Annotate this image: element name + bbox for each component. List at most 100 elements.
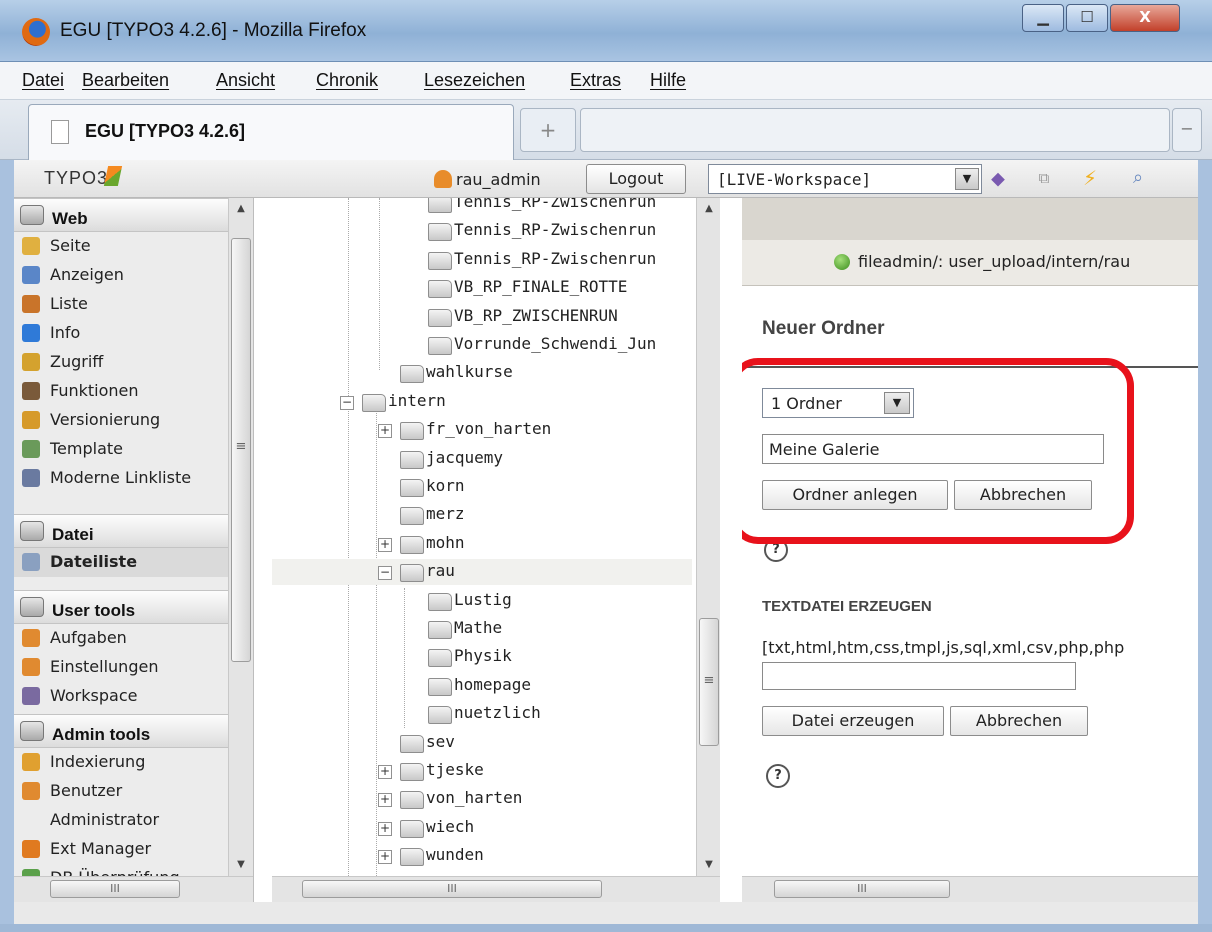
tree-node[interactable]: + von_harten	[272, 786, 692, 812]
module-menu-scrollbar[interactable]: ▲ ≡ ▼	[228, 198, 253, 876]
module-section-web[interactable]: Web	[14, 198, 253, 232]
tree-node[interactable]: Vorrunde_Schwendi_Jun	[272, 332, 692, 358]
module-item-anzeigen[interactable]: Anzeigen	[14, 261, 253, 290]
logout-button[interactable]: Logout	[586, 164, 686, 194]
hscroll-thumb[interactable]: III	[50, 880, 180, 898]
tree-node[interactable]: VB_RP_ZWISCHENRUN	[272, 304, 692, 330]
minimize-button[interactable]: ▁	[1022, 4, 1064, 32]
search-icon[interactable]: ⌕	[1124, 164, 1152, 192]
tree-scrollbar[interactable]: ▲ ≡ ▼	[696, 198, 720, 876]
flash-icon[interactable]: ⚡	[1076, 164, 1104, 192]
menu-bearbeiten[interactable]: Bearbeiten	[82, 70, 169, 91]
module-item-aufgaben[interactable]: Aufgaben	[14, 624, 253, 653]
cancel-file-button[interactable]: Abbrechen	[950, 706, 1088, 736]
tree-node[interactable]: nuetzlich	[272, 701, 692, 727]
module-item-seite[interactable]: Seite	[14, 232, 253, 261]
open-window-icon[interactable]: ⧉	[1030, 164, 1058, 192]
maximize-button[interactable]: ☐	[1066, 4, 1108, 32]
tree-node[interactable]: + tjeske	[272, 758, 692, 784]
module-item-ext-manager[interactable]: Ext Manager	[14, 835, 253, 864]
menu-lesezeichen[interactable]: Lesezeichen	[424, 70, 525, 91]
module-item-zugriff[interactable]: Zugriff	[14, 348, 253, 377]
tree-node-label: fr_von_harten	[426, 419, 552, 439]
content-hscrollbar[interactable]: III	[742, 876, 1198, 902]
expand-icon[interactable]: +	[378, 765, 392, 779]
new-tab-button[interactable]: +	[520, 108, 576, 152]
tree-node[interactable]: sev	[272, 730, 692, 756]
tree-node[interactable]: Tennis_RP-Zwischenrun	[272, 198, 692, 216]
tree-node[interactable]: − intern	[272, 389, 692, 415]
module-item-einstellungen[interactable]: Einstellungen	[14, 653, 253, 682]
scroll-down-arrow[interactable]: ▼	[229, 854, 253, 876]
collapse-icon[interactable]: −	[340, 395, 354, 410]
tree-node[interactable]: Physik	[272, 644, 692, 670]
help-icon[interactable]: ?	[766, 764, 790, 788]
tree-node[interactable]: Tennis_RP-Zwischenrun	[272, 247, 692, 273]
brush-icon[interactable]: ⬥	[984, 164, 1012, 192]
tree-node[interactable]: homepage	[272, 673, 692, 699]
scroll-thumb[interactable]: ≡	[231, 238, 251, 662]
tab-egu[interactable]: EGU [TYPO3 4.2.6]	[28, 104, 514, 160]
module-item-benutzer[interactable]: Benutzer Administrator	[14, 777, 253, 835]
module-section-admin-tools[interactable]: Admin tools	[14, 714, 253, 748]
tree-node[interactable]: jacquemy	[272, 446, 692, 472]
tree-node[interactable]: merz	[272, 502, 692, 528]
create-file-button[interactable]: Datei erzeugen	[762, 706, 944, 736]
tree-node[interactable]: Lustig	[272, 588, 692, 614]
expand-icon[interactable]: +	[378, 424, 392, 439]
tree-node[interactable]: − rau	[272, 559, 692, 586]
scroll-thumb[interactable]: ≡	[699, 618, 719, 746]
module-section-user-tools[interactable]: User tools	[14, 590, 253, 624]
folder-icon	[428, 649, 452, 668]
tree-node-label: jacquemy	[426, 447, 504, 467]
settings-user-icon	[22, 658, 40, 676]
menu-bar: Datei Bearbeiten Ansicht Chronik Lesezei…	[0, 62, 1212, 100]
tree-node[interactable]: wahlkurse	[272, 360, 692, 386]
typo3-logo: TYPO3	[44, 168, 109, 188]
menu-ansicht[interactable]: Ansicht	[216, 70, 275, 91]
tree-node[interactable]: + wiech	[272, 815, 692, 841]
module-menu-hscrollbar[interactable]: III	[14, 876, 253, 902]
module-item-versionierung[interactable]: Versionierung	[14, 406, 253, 435]
chevron-down-icon[interactable]: ▼	[955, 168, 979, 190]
module-item-template[interactable]: Template	[14, 435, 253, 464]
scroll-up-arrow[interactable]: ▲	[229, 198, 253, 220]
module-item-info[interactable]: Info	[14, 319, 253, 348]
module-item-label: Seite	[50, 236, 91, 255]
close-button[interactable]: X	[1110, 4, 1180, 32]
module-item-label: Benutzer	[50, 781, 123, 800]
expand-icon[interactable]: +	[378, 850, 392, 865]
module-item-dateiliste[interactable]: Dateiliste	[14, 548, 253, 577]
module-item-funktionen[interactable]: Funktionen	[14, 377, 253, 406]
workspace-select[interactable]: [LIVE-Workspace] ▼	[708, 164, 982, 194]
expand-icon[interactable]: +	[378, 537, 392, 552]
text-file-name-input[interactable]	[762, 662, 1076, 690]
module-section-datei[interactable]: Datei	[14, 514, 253, 548]
menu-chronik[interactable]: Chronik	[316, 70, 378, 91]
tree-node[interactable]: VB_RP_FINALE_ROTTE	[272, 275, 692, 301]
hscroll-thumb[interactable]: III	[302, 880, 602, 898]
tree-node[interactable]: + fr_von_harten	[272, 417, 692, 443]
menu-datei[interactable]: Datei	[22, 70, 64, 91]
lock-icon	[22, 353, 40, 371]
tree-node[interactable]: + mohn	[272, 531, 692, 557]
tree-node[interactable]: Tennis_RP-Zwischenrun	[272, 218, 692, 244]
module-item-workspace[interactable]: Workspace	[14, 682, 253, 711]
tree-hscrollbar[interactable]: III	[272, 876, 720, 902]
tab-list-button[interactable]: −	[1172, 108, 1202, 152]
tree-node[interactable]: korn	[272, 474, 692, 500]
scroll-up-arrow[interactable]: ▲	[697, 198, 720, 220]
hscroll-thumb[interactable]: III	[774, 880, 950, 898]
scroll-down-arrow[interactable]: ▼	[697, 854, 720, 876]
expand-icon[interactable]: +	[378, 793, 392, 808]
module-item-label: Info	[50, 323, 81, 342]
module-item-liste[interactable]: Liste	[14, 290, 253, 319]
module-item-moderne-linkliste[interactable]: Moderne Linkliste	[14, 464, 253, 493]
menu-extras[interactable]: Extras	[570, 70, 621, 91]
module-item-indexierung[interactable]: Indexierung	[14, 748, 253, 777]
expand-icon[interactable]: +	[378, 821, 392, 836]
collapse-icon[interactable]: −	[378, 566, 392, 581]
tree-node[interactable]: + wunden	[272, 843, 692, 869]
menu-hilfe[interactable]: Hilfe	[650, 70, 686, 91]
tree-node[interactable]: Mathe	[272, 616, 692, 642]
